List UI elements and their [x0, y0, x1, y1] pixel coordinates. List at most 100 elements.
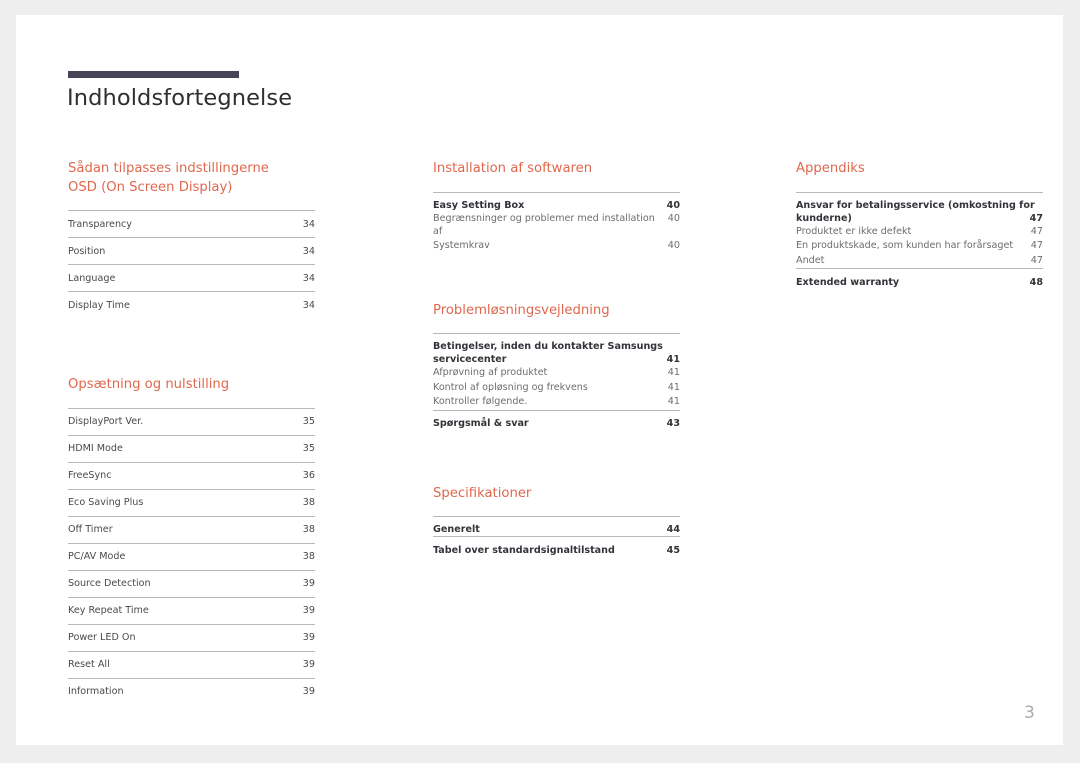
- toc-entry-label: Off Timer: [68, 524, 113, 536]
- toc-section: Specifikationer Generelt 44 Tabel over stan…: [433, 485, 680, 564]
- toc-entry[interactable]: Spørgsmål & svar 43: [433, 409, 680, 437]
- toc-entry-label: Extended warranty: [796, 276, 900, 288]
- toc-entry-label: Kontrol af opløsning og frekvens: [433, 381, 588, 393]
- toc-entry[interactable]: DisplayPort Ver. 35: [68, 407, 315, 435]
- toc-entry[interactable]: Betingelser, inden du kontakter Samsungs…: [433, 333, 680, 366]
- toc-entry[interactable]: En produktskade, som kunden har forårsag…: [796, 239, 1043, 254]
- toc-entry[interactable]: Systemkrav 40: [433, 239, 680, 254]
- toc-entry[interactable]: Afprøvning af produktet 41: [433, 366, 680, 381]
- toc-entry[interactable]: Kontroller følgende. 41: [433, 395, 680, 410]
- document-page: Indholdsfortegnelse Sådan tilpasses inds…: [16, 15, 1063, 745]
- toc-entry-label: Eco Saving Plus: [68, 497, 144, 509]
- toc-entry[interactable]: Position 34: [68, 237, 315, 264]
- toc-entry[interactable]: Produktet er ikke defekt 47: [796, 225, 1043, 240]
- toc-section: Problemløsningsvejledning Betingelser, in…: [433, 302, 680, 437]
- toc-entry[interactable]: HDMI Mode 35: [68, 434, 315, 462]
- toc-entry[interactable]: Generelt 44: [433, 516, 680, 536]
- toc-entry-page: 35: [302, 416, 315, 428]
- toc-entry-label: En produktskade, som kunden har forårsag…: [796, 240, 1014, 252]
- toc-entry[interactable]: Easy Setting Box 40: [433, 191, 680, 212]
- heading-gap: [433, 320, 680, 333]
- toc-entry-label: Source Detection: [68, 578, 151, 590]
- toc-entry[interactable]: Ansvar for betalingsservice (omkostning …: [796, 191, 1043, 225]
- section-heading[interactable]: Appendiks: [796, 160, 1043, 179]
- toc-entry-page: 39: [302, 578, 315, 590]
- heading-gap: [433, 503, 680, 516]
- section-heading[interactable]: Specifikationer: [433, 485, 680, 504]
- toc-entry-page: 47: [1029, 212, 1043, 224]
- heading-gap: [68, 197, 315, 210]
- toc-entry[interactable]: Power LED On 39: [68, 623, 315, 651]
- toc-entry-label: Display Time: [68, 299, 130, 311]
- toc-entry-page: 34: [302, 245, 315, 257]
- toc-entry-page: 39: [302, 632, 315, 644]
- toc-entry-page: 41: [666, 354, 680, 366]
- toc-entry-label: Position: [68, 245, 106, 257]
- toc-entry-label: Andet: [796, 254, 825, 266]
- toc-entry[interactable]: Information 39: [68, 677, 315, 705]
- toc-entry-page: 39: [302, 659, 315, 671]
- toc-entry-page: 47: [1030, 240, 1043, 252]
- toc-entry-list: DisplayPort Ver. 35 HDMI Mode 35 FreeSync 36 E…: [68, 407, 315, 705]
- toc-entry-page: 39: [302, 686, 315, 698]
- toc-entry[interactable]: Reset All 39: [68, 650, 315, 678]
- toc-entry[interactable]: Eco Saving Plus 38: [68, 488, 315, 516]
- toc-entry-list: Transparency 34 Position 34 Language 34 Displa…: [68, 210, 315, 318]
- toc-entry-page: 39: [302, 605, 315, 617]
- section-heading[interactable]: Sådan tilpasses indstillingerne OSD (On …: [68, 160, 315, 197]
- toc-entry-label: Produktet er ikke defekt: [796, 225, 912, 237]
- toc-entry-label: Ansvar for betalingsservice (omkostning …: [796, 199, 1035, 211]
- toc-entry[interactable]: Andet 47: [796, 254, 1043, 269]
- toc-entry-page: 34: [302, 272, 315, 284]
- heading-gap: [433, 179, 680, 192]
- toc-entry[interactable]: Off Timer 38: [68, 515, 315, 543]
- toc-entry-list: Easy Setting Box 40 Begrænsninger og probl…: [433, 191, 680, 254]
- toc-entry-label: PC/AV Mode: [68, 551, 126, 563]
- toc-entry-page: 36: [302, 470, 315, 482]
- toc-entry-page: 41: [667, 396, 680, 408]
- toc-entry-label: Reset All: [68, 659, 110, 671]
- toc-entry-label: Afprøvning af produktet: [433, 367, 548, 379]
- toc-entry[interactable]: Extended warranty 48: [796, 268, 1043, 295]
- toc-entry-page: 47: [1030, 254, 1043, 266]
- toc-section: Sådan tilpasses indstillingerne OSD (On …: [68, 160, 315, 318]
- toc-entry-page: 35: [302, 443, 315, 455]
- toc-entry[interactable]: Source Detection 39: [68, 569, 315, 597]
- toc-entry[interactable]: Tabel over standardsignaltilstand 45: [433, 536, 680, 563]
- toc-entry-label: Easy Setting Box: [433, 199, 525, 211]
- toc-entry-page: 34: [302, 299, 315, 311]
- toc-section: Appendiks Ansvar for betalingsservice (om…: [796, 160, 1043, 295]
- section-heading[interactable]: Problemløsningsvejledning: [433, 302, 680, 321]
- toc-entry-label: Betingelser, inden du kontakter Samsungs: [433, 341, 663, 353]
- toc-entry-page: 41: [667, 381, 680, 393]
- toc-entry[interactable]: Transparency 34: [68, 210, 315, 237]
- toc-entry[interactable]: PC/AV Mode 38: [68, 542, 315, 570]
- toc-entry-label: Spørgsmål & svar: [433, 418, 529, 430]
- section-heading[interactable]: Opsætning og nulstilling: [68, 376, 315, 395]
- toc-entry-page: 40: [666, 199, 680, 211]
- toc-entry-label: FreeSync: [68, 470, 112, 482]
- toc-entry[interactable]: Language 34: [68, 264, 315, 291]
- toc-entry-page: 40: [667, 240, 680, 252]
- toc-entry[interactable]: Kontrol af opløsning og frekvens 41: [433, 381, 680, 396]
- toc-entry-label: Begrænsninger og problemer med installat…: [433, 212, 655, 237]
- toc-entry[interactable]: Key Repeat Time 39: [68, 596, 315, 624]
- toc-column-3: Appendiks Ansvar for betalingsservice (om…: [796, 160, 1043, 295]
- toc-entry[interactable]: FreeSync 36: [68, 461, 315, 489]
- toc-section: Opsætning og nulstilling DisplayPort Ver.…: [68, 376, 315, 705]
- toc-entry-list: Ansvar for betalingsservice (omkostning …: [796, 191, 1043, 296]
- toc-entry-page: 43: [666, 418, 680, 430]
- toc-entry-label: HDMI Mode: [68, 443, 123, 455]
- page-number: 3: [1024, 703, 1035, 723]
- toc-entry[interactable]: Begrænsninger og problemer med installat…: [433, 212, 680, 240]
- toc-entry-page: 38: [302, 497, 315, 509]
- toc-entry[interactable]: Display Time 34: [68, 291, 315, 318]
- toc-entry-page: 38: [302, 524, 315, 536]
- title-accent-rule: [68, 71, 239, 78]
- toc-entry-label: Key Repeat Time: [68, 605, 149, 617]
- toc-column-2: Installation af softwaren Easy Setting Bo…: [433, 160, 680, 563]
- toc-entry-label: Power LED On: [68, 632, 136, 644]
- section-heading[interactable]: Installation af softwaren: [433, 160, 680, 179]
